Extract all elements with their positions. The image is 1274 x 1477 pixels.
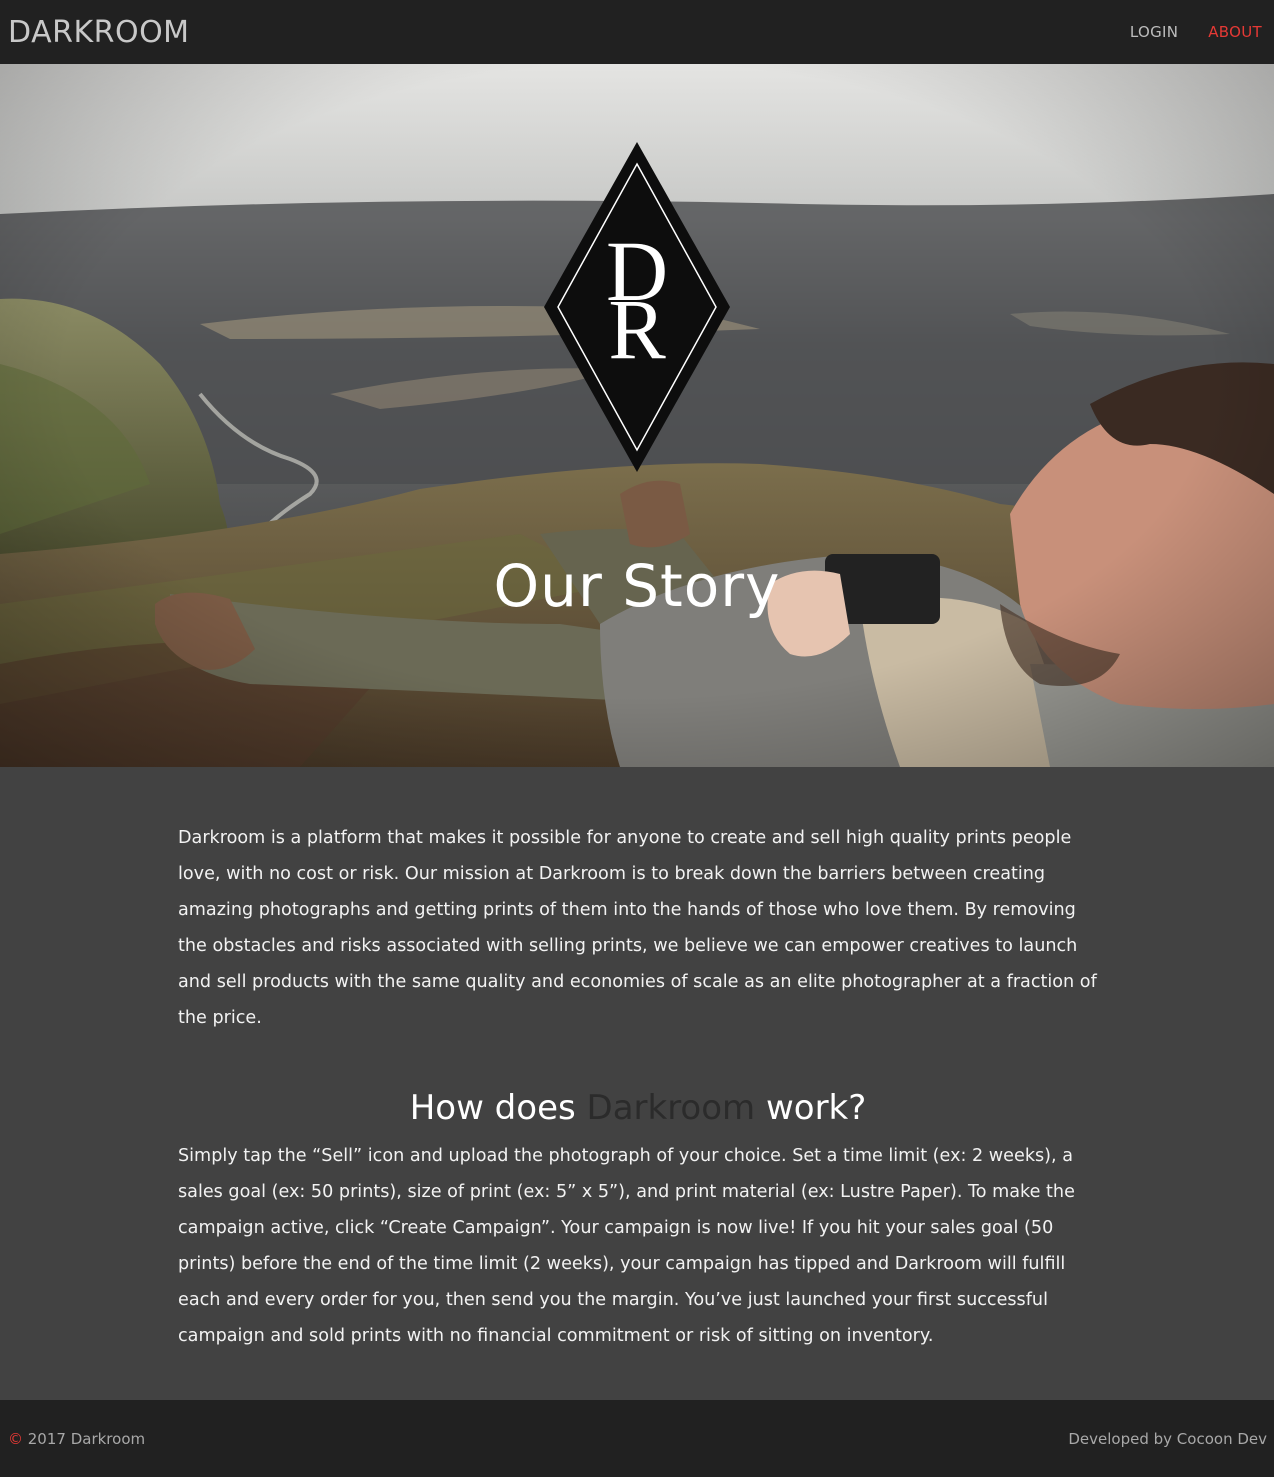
brand-logo-text[interactable]: DARKROOM <box>8 15 190 50</box>
nav-links: LOGIN ABOUT <box>1100 23 1262 41</box>
intro-paragraph: Darkroom is a platform that makes it pos… <box>178 828 1097 1028</box>
copyright-symbol: © <box>8 1429 23 1448</box>
logo-letter-r: R <box>608 281 666 377</box>
heading-prefix: How does <box>409 1088 587 1128</box>
footer-copyright: © 2017 Darkroom <box>8 1430 145 1448</box>
footer: © 2017 Darkroom Developed by Cocoon Dev <box>0 1400 1274 1477</box>
footer-credit[interactable]: Developed by Cocoon Dev <box>1068 1430 1267 1448</box>
heading-suffix: work? <box>755 1088 867 1128</box>
nav-link-about[interactable]: ABOUT <box>1208 23 1262 41</box>
how-it-works-paragraph: Simply tap the “Sell” icon and upload th… <box>178 1146 1075 1346</box>
darkroom-diamond-logo: D R <box>544 142 730 472</box>
copyright-text: 2017 Darkroom <box>23 1429 146 1448</box>
nav-link-login[interactable]: LOGIN <box>1130 23 1178 41</box>
top-navbar: DARKROOM LOGIN ABOUT <box>0 0 1274 64</box>
hero-title: Our Story <box>493 552 781 620</box>
how-it-works-heading: How does Darkroom work? <box>178 1088 1098 1128</box>
heading-brand: Darkroom <box>586 1088 756 1128</box>
about-content: Darkroom is a platform that makes it pos… <box>178 820 1098 1354</box>
hero-banner: D R Our Story <box>0 64 1274 767</box>
